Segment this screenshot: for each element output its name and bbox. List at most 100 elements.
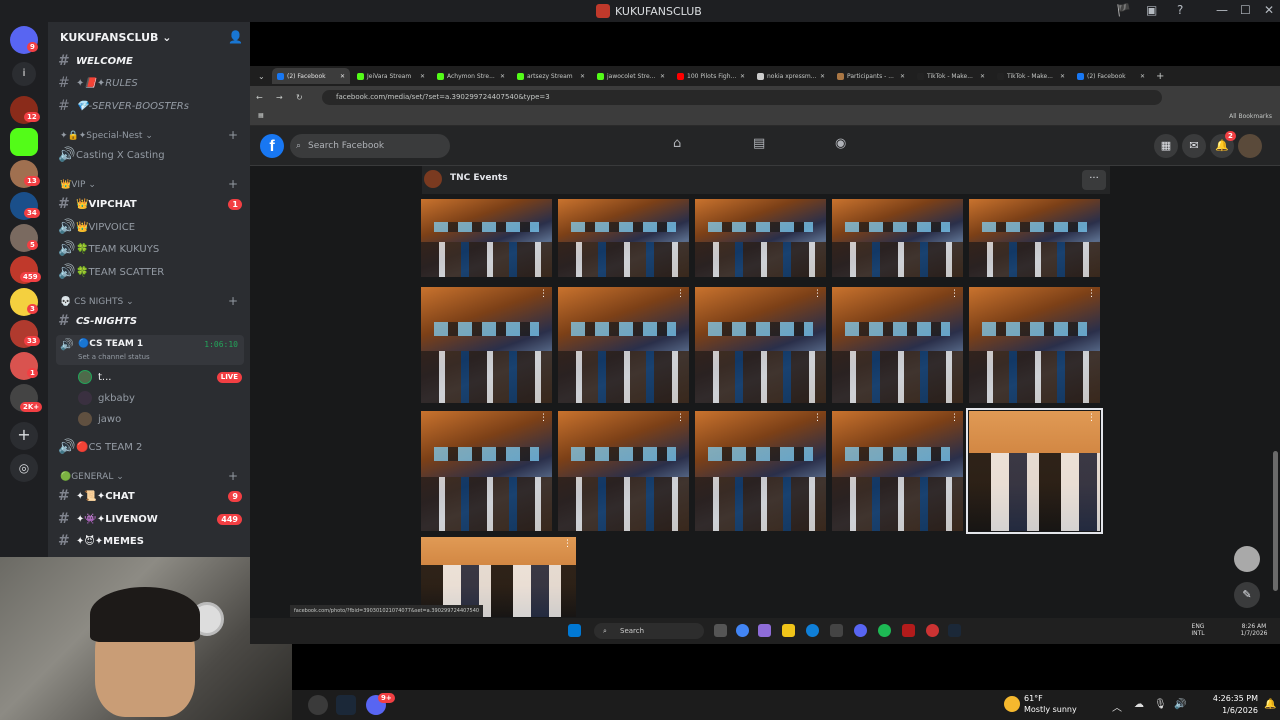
browser-tab[interactable]: JeiVara Stream ✕ [352,68,430,84]
scrollbar[interactable] [1273,451,1278,591]
obs-icon[interactable] [308,695,328,715]
tab-close-icon[interactable]: ✕ [340,73,345,80]
browser-tab[interactable]: (2) Facebook ✕ [1072,68,1150,84]
voice-team-kukuys[interactable]: 🔊 🍀TEAM KUKUYS [58,239,244,259]
album-photo[interactable]: ⋮ [420,286,553,404]
tab-close-icon[interactable]: ✕ [980,73,985,80]
explorer-icon[interactable] [782,624,795,637]
discover-icon[interactable]: ◎ [10,454,38,482]
channel-rules[interactable]: # ✦📕✦RULES [58,73,244,93]
album-photo[interactable] [420,198,553,278]
chat-head-avatar[interactable] [1234,546,1260,572]
info-icon[interactable]: i [12,62,36,86]
facebook-search[interactable]: ⌕ Search Facebook [290,134,450,158]
invite-icon[interactable]: 👤 [228,30,243,44]
photo-options-icon[interactable]: ⋮ [676,289,685,299]
minimize-button[interactable]: — [1216,3,1228,17]
browser-tab[interactable]: 100 Pilots Figh... ✕ [672,68,750,84]
language-indicator[interactable]: ENG INTL [1188,623,1208,637]
photo-options-icon[interactable]: ⋮ [950,413,959,423]
voice-cs-team-1[interactable]: 🔊 🔵CS TEAM 1 1:06:10 Set a channel statu… [56,335,244,365]
channel-server-boosters[interactable]: # 💎-SERVER-BOOSTERs [58,96,244,116]
inbox-icon[interactable]: 🏴 [1116,3,1131,17]
add-channel-icon[interactable]: + [228,177,238,191]
voice-vipvoice[interactable]: 🔊 👑VIPVOICE [58,217,244,237]
app-icon[interactable] [902,624,915,637]
app-icon[interactable] [926,624,939,637]
forward-icon[interactable]: → [276,93,296,102]
add-channel-icon[interactable]: + [228,469,238,483]
photo-options-icon[interactable]: ⋮ [813,413,822,423]
spotify-icon[interactable] [878,624,891,637]
kick-server-icon[interactable] [10,128,38,156]
more-options-button[interactable]: ··· [1082,170,1106,190]
close-button[interactable]: ✕ [1264,3,1274,17]
system-clock[interactable]: 4:26:35 PM 1/6/2026 [1198,693,1258,717]
groups-icon[interactable]: ◉ [835,136,846,151]
menu-icon[interactable]: ▦ [1154,134,1178,158]
photo-options-icon[interactable]: ⋮ [813,289,822,299]
messenger-icon[interactable]: ✉ [1182,134,1206,158]
new-message-icon[interactable]: ✎ [1234,582,1260,608]
browser-tab[interactable]: TikTok - Make... ✕ [992,68,1070,84]
album-photo[interactable] [968,198,1101,278]
photo-options-icon[interactable]: ⋮ [1087,289,1096,299]
discord-icon[interactable] [854,624,867,637]
channel-livenow[interactable]: # ✦👾✦LIVENOW [58,509,244,529]
browser-tab[interactable]: (2) Facebook ✕ [272,68,350,84]
reload-icon[interactable]: ↻ [296,93,316,102]
tab-close-icon[interactable]: ✕ [820,73,825,80]
channel-welcome[interactable]: # WELCOME [58,51,244,71]
marketplace-icon[interactable]: ▤ [753,136,765,151]
voice-cs-team-2[interactable]: 🔊 🔴CS TEAM 2 [58,437,244,457]
facebook-logo-icon[interactable]: f [260,134,284,158]
album-photo[interactable]: ⋮ [968,286,1101,404]
browser-tab[interactable]: jawocolet Stre... ✕ [592,68,670,84]
photo-options-icon[interactable]: ⋮ [539,289,548,299]
album-photo[interactable] [694,198,827,278]
category-special-nest[interactable]: ✦🔒✦Special-Nest ⌄ [60,131,153,141]
voice-member[interactable]: gkbaby [78,388,244,408]
copilot-icon[interactable] [758,624,771,637]
album-photo[interactable]: ⋮ [966,408,1103,534]
add-channel-icon[interactable]: + [228,128,238,142]
maximize-button[interactable]: ☐ [1240,3,1251,17]
chrome-icon[interactable] [736,624,749,637]
channel-status[interactable]: Set a channel status [78,353,150,361]
browser-tab[interactable]: Achymon Stre... ✕ [432,68,510,84]
stream-clock[interactable]: 8:26 AM 1/7/2026 [1234,623,1274,637]
help-icon[interactable]: ? [1177,3,1183,17]
voice-member[interactable]: jawo [78,409,244,429]
browser-tab[interactable]: nokia xpressm... ✕ [752,68,830,84]
steam-icon[interactable] [948,624,961,637]
tab-close-icon[interactable]: ✕ [580,73,585,80]
mic-icon[interactable]: 🎙 [1154,699,1167,710]
steam-icon[interactable] [336,695,356,715]
category-vip[interactable]: 👑VIP ⌄ [60,180,96,190]
browser-tab[interactable]: TikTok - Make... ✕ [912,68,990,84]
album-photo[interactable] [831,198,964,278]
album-photo[interactable]: ⋮ [831,286,964,404]
notification-icon[interactable]: 🔔 [1264,699,1276,710]
profile-avatar[interactable] [1238,134,1262,158]
all-bookmarks[interactable]: All Bookmarks [1229,113,1272,120]
new-tab-icon[interactable]: + [1156,71,1164,82]
channel-cs-nights[interactable]: # CS-NIGHTS [58,311,244,331]
tray-chevron-icon[interactable]: ︿ [1112,699,1122,714]
tab-close-icon[interactable]: ✕ [660,73,665,80]
tab-close-icon[interactable]: ✕ [740,73,745,80]
volume-icon[interactable]: 🔊 [1174,699,1186,710]
category-cs-nights[interactable]: 💀 CS NIGHTS ⌄ [60,297,134,307]
album-photo[interactable]: ⋮ [557,410,690,532]
browser-tab[interactable]: artsezy Stream ✕ [512,68,590,84]
page-avatar[interactable] [424,170,442,188]
tab-search-icon[interactable]: ⌄ [258,72,270,81]
channel-vipchat[interactable]: # 👑VIPCHAT [58,194,244,214]
home-icon[interactable]: ⌂ [673,136,681,151]
tab-close-icon[interactable]: ✕ [500,73,505,80]
album-photo[interactable] [557,198,690,278]
album-photo[interactable]: ⋮ [694,410,827,532]
server-name-header[interactable]: KUKUFANSCLUB ⌄ [60,31,171,44]
add-channel-icon[interactable]: + [228,294,238,308]
apps-icon[interactable]: ▦ [258,112,264,119]
